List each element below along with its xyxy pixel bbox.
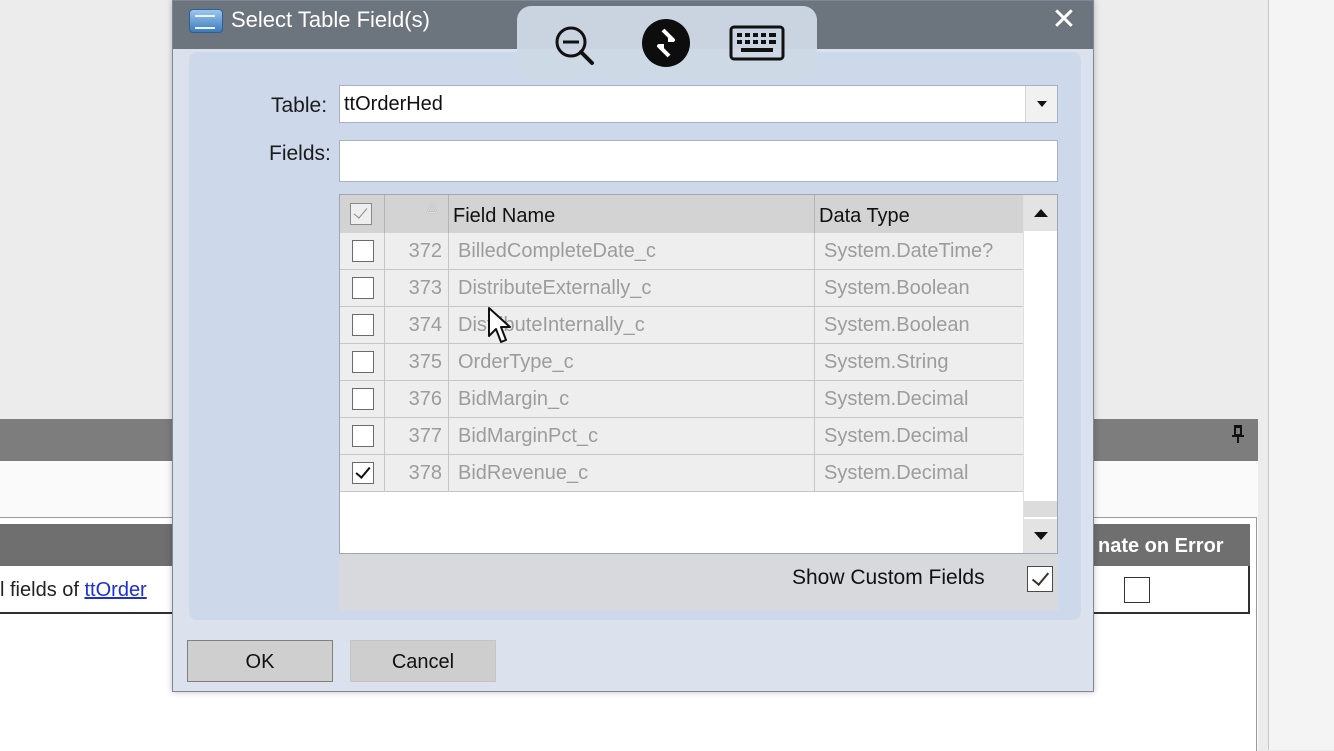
pin-icon[interactable] xyxy=(1229,424,1247,446)
row-field-name: DistributeExternally_c xyxy=(449,270,815,306)
row-data-type: System.Boolean xyxy=(815,307,1024,343)
row-checkbox[interactable] xyxy=(352,277,374,299)
row-data-type: System.String xyxy=(815,344,1024,380)
table-row[interactable]: 376 BidMargin_c System.Decimal xyxy=(340,381,1024,418)
column-header-field-name[interactable]: Field Name xyxy=(449,195,815,233)
table-row[interactable]: 378 BidRevenue_c System.Decimal xyxy=(340,455,1024,492)
grid-scrollbar[interactable] xyxy=(1023,195,1057,553)
terminate-on-error-checkbox[interactable] xyxy=(1124,577,1150,603)
row-checkbox[interactable] xyxy=(352,314,374,336)
row-number: 377 xyxy=(385,418,449,454)
options-bar: Show Custom Fields xyxy=(339,554,1058,611)
row-select-cell xyxy=(340,381,385,417)
row-field-name: OrderType_c xyxy=(449,344,815,380)
row-checkbox[interactable] xyxy=(352,462,374,484)
remote-desktop-toolbar xyxy=(517,6,817,78)
table-icon xyxy=(189,9,223,33)
close-icon[interactable]: ✕ xyxy=(1049,5,1079,35)
row-number: 375 xyxy=(385,344,449,380)
table-row[interactable]: 372 BilledCompleteDate_c System.DateTime? xyxy=(340,233,1024,270)
row-checkbox[interactable] xyxy=(352,388,374,410)
table-combobox-value: ttOrderHed xyxy=(344,93,443,115)
row-data-type: System.Decimal xyxy=(815,418,1024,454)
row-field-name: DistributeInternally_c xyxy=(449,307,815,343)
table-row[interactable]: 377 BidMarginPct_c System.Decimal xyxy=(340,418,1024,455)
row-select-cell xyxy=(340,344,385,380)
row-field-name: BidMarginPct_c xyxy=(449,418,815,454)
grid-header: △ Field Name Data Type xyxy=(340,195,1024,234)
column-header-terminate-on-error: nate on Error xyxy=(1098,535,1224,557)
sort-ascending-icon: △ xyxy=(427,199,437,214)
row-checkbox[interactable] xyxy=(352,351,374,373)
fields-label: Fields: xyxy=(269,142,331,165)
row-data-type: System.Decimal xyxy=(815,455,1024,491)
fields-grid: △ Field Name Data Type 372 BilledComplete… xyxy=(339,194,1058,554)
row-data-type: System.Boolean xyxy=(815,270,1024,306)
select-all-checkbox[interactable] xyxy=(350,203,372,225)
table-row[interactable]: 373 DistributeExternally_c System.Boolean xyxy=(340,270,1024,307)
ok-button[interactable]: OK xyxy=(187,640,333,682)
header-select-all xyxy=(340,195,385,233)
row-data-type: System.DateTime? xyxy=(815,233,1024,269)
row-number: 376 xyxy=(385,381,449,417)
scroll-thumb[interactable] xyxy=(1024,501,1057,517)
show-custom-fields-label: Show Custom Fields xyxy=(792,566,985,589)
row-number: 373 xyxy=(385,270,449,306)
table-row[interactable]: 374 DistributeInternally_c System.Boolean xyxy=(340,307,1024,344)
show-custom-fields-checkbox[interactable] xyxy=(1027,566,1053,592)
row-select-cell xyxy=(340,455,385,491)
row-number: 378 xyxy=(385,455,449,491)
row-checkbox[interactable] xyxy=(352,240,374,262)
zoom-out-icon[interactable] xyxy=(553,24,595,66)
remote-connection-icon[interactable] xyxy=(641,18,691,68)
fields-input[interactable] xyxy=(339,140,1058,182)
table-row[interactable]: 375 OrderType_c System.String xyxy=(340,344,1024,381)
table-label: Table: xyxy=(271,94,328,117)
table-combobox[interactable]: ttOrderHed xyxy=(339,85,1058,123)
row-checkbox[interactable] xyxy=(352,425,374,447)
row-field-name: BilledCompleteDate_c xyxy=(449,233,815,269)
row-data-type: System.Decimal xyxy=(815,381,1024,417)
row-field-name: BidRevenue_c xyxy=(449,455,815,491)
row-description-text: l fields of xyxy=(0,579,85,601)
table-link[interactable]: ttOrder xyxy=(84,579,146,601)
cancel-button[interactable]: Cancel xyxy=(350,640,496,682)
select-table-fields-dialog: Select Table Field(s) ✕ Table: ttOrderHe… xyxy=(172,0,1094,692)
scroll-up-arrow-icon[interactable] xyxy=(1024,195,1057,231)
column-header-number[interactable]: △ xyxy=(385,195,449,233)
dialog-content-panel: Table: ttOrderHed Fields: △ Field Name D… xyxy=(189,52,1081,620)
row-select-cell xyxy=(340,270,385,306)
keyboard-icon[interactable] xyxy=(729,24,785,62)
row-field-name: BidMargin_c xyxy=(449,381,815,417)
dialog-title: Select Table Field(s) xyxy=(231,7,430,32)
column-header-data-type[interactable]: Data Type xyxy=(815,195,1024,233)
row-select-cell xyxy=(340,233,385,269)
row-select-cell xyxy=(340,307,385,343)
chevron-down-icon[interactable] xyxy=(1025,86,1057,122)
row-select-cell xyxy=(340,418,385,454)
row-number: 372 xyxy=(385,233,449,269)
right-side-pane xyxy=(1268,0,1334,750)
row-description: l fields of ttOrder xyxy=(0,579,147,602)
scroll-down-arrow-icon[interactable] xyxy=(1024,519,1057,553)
row-number: 374 xyxy=(385,307,449,343)
